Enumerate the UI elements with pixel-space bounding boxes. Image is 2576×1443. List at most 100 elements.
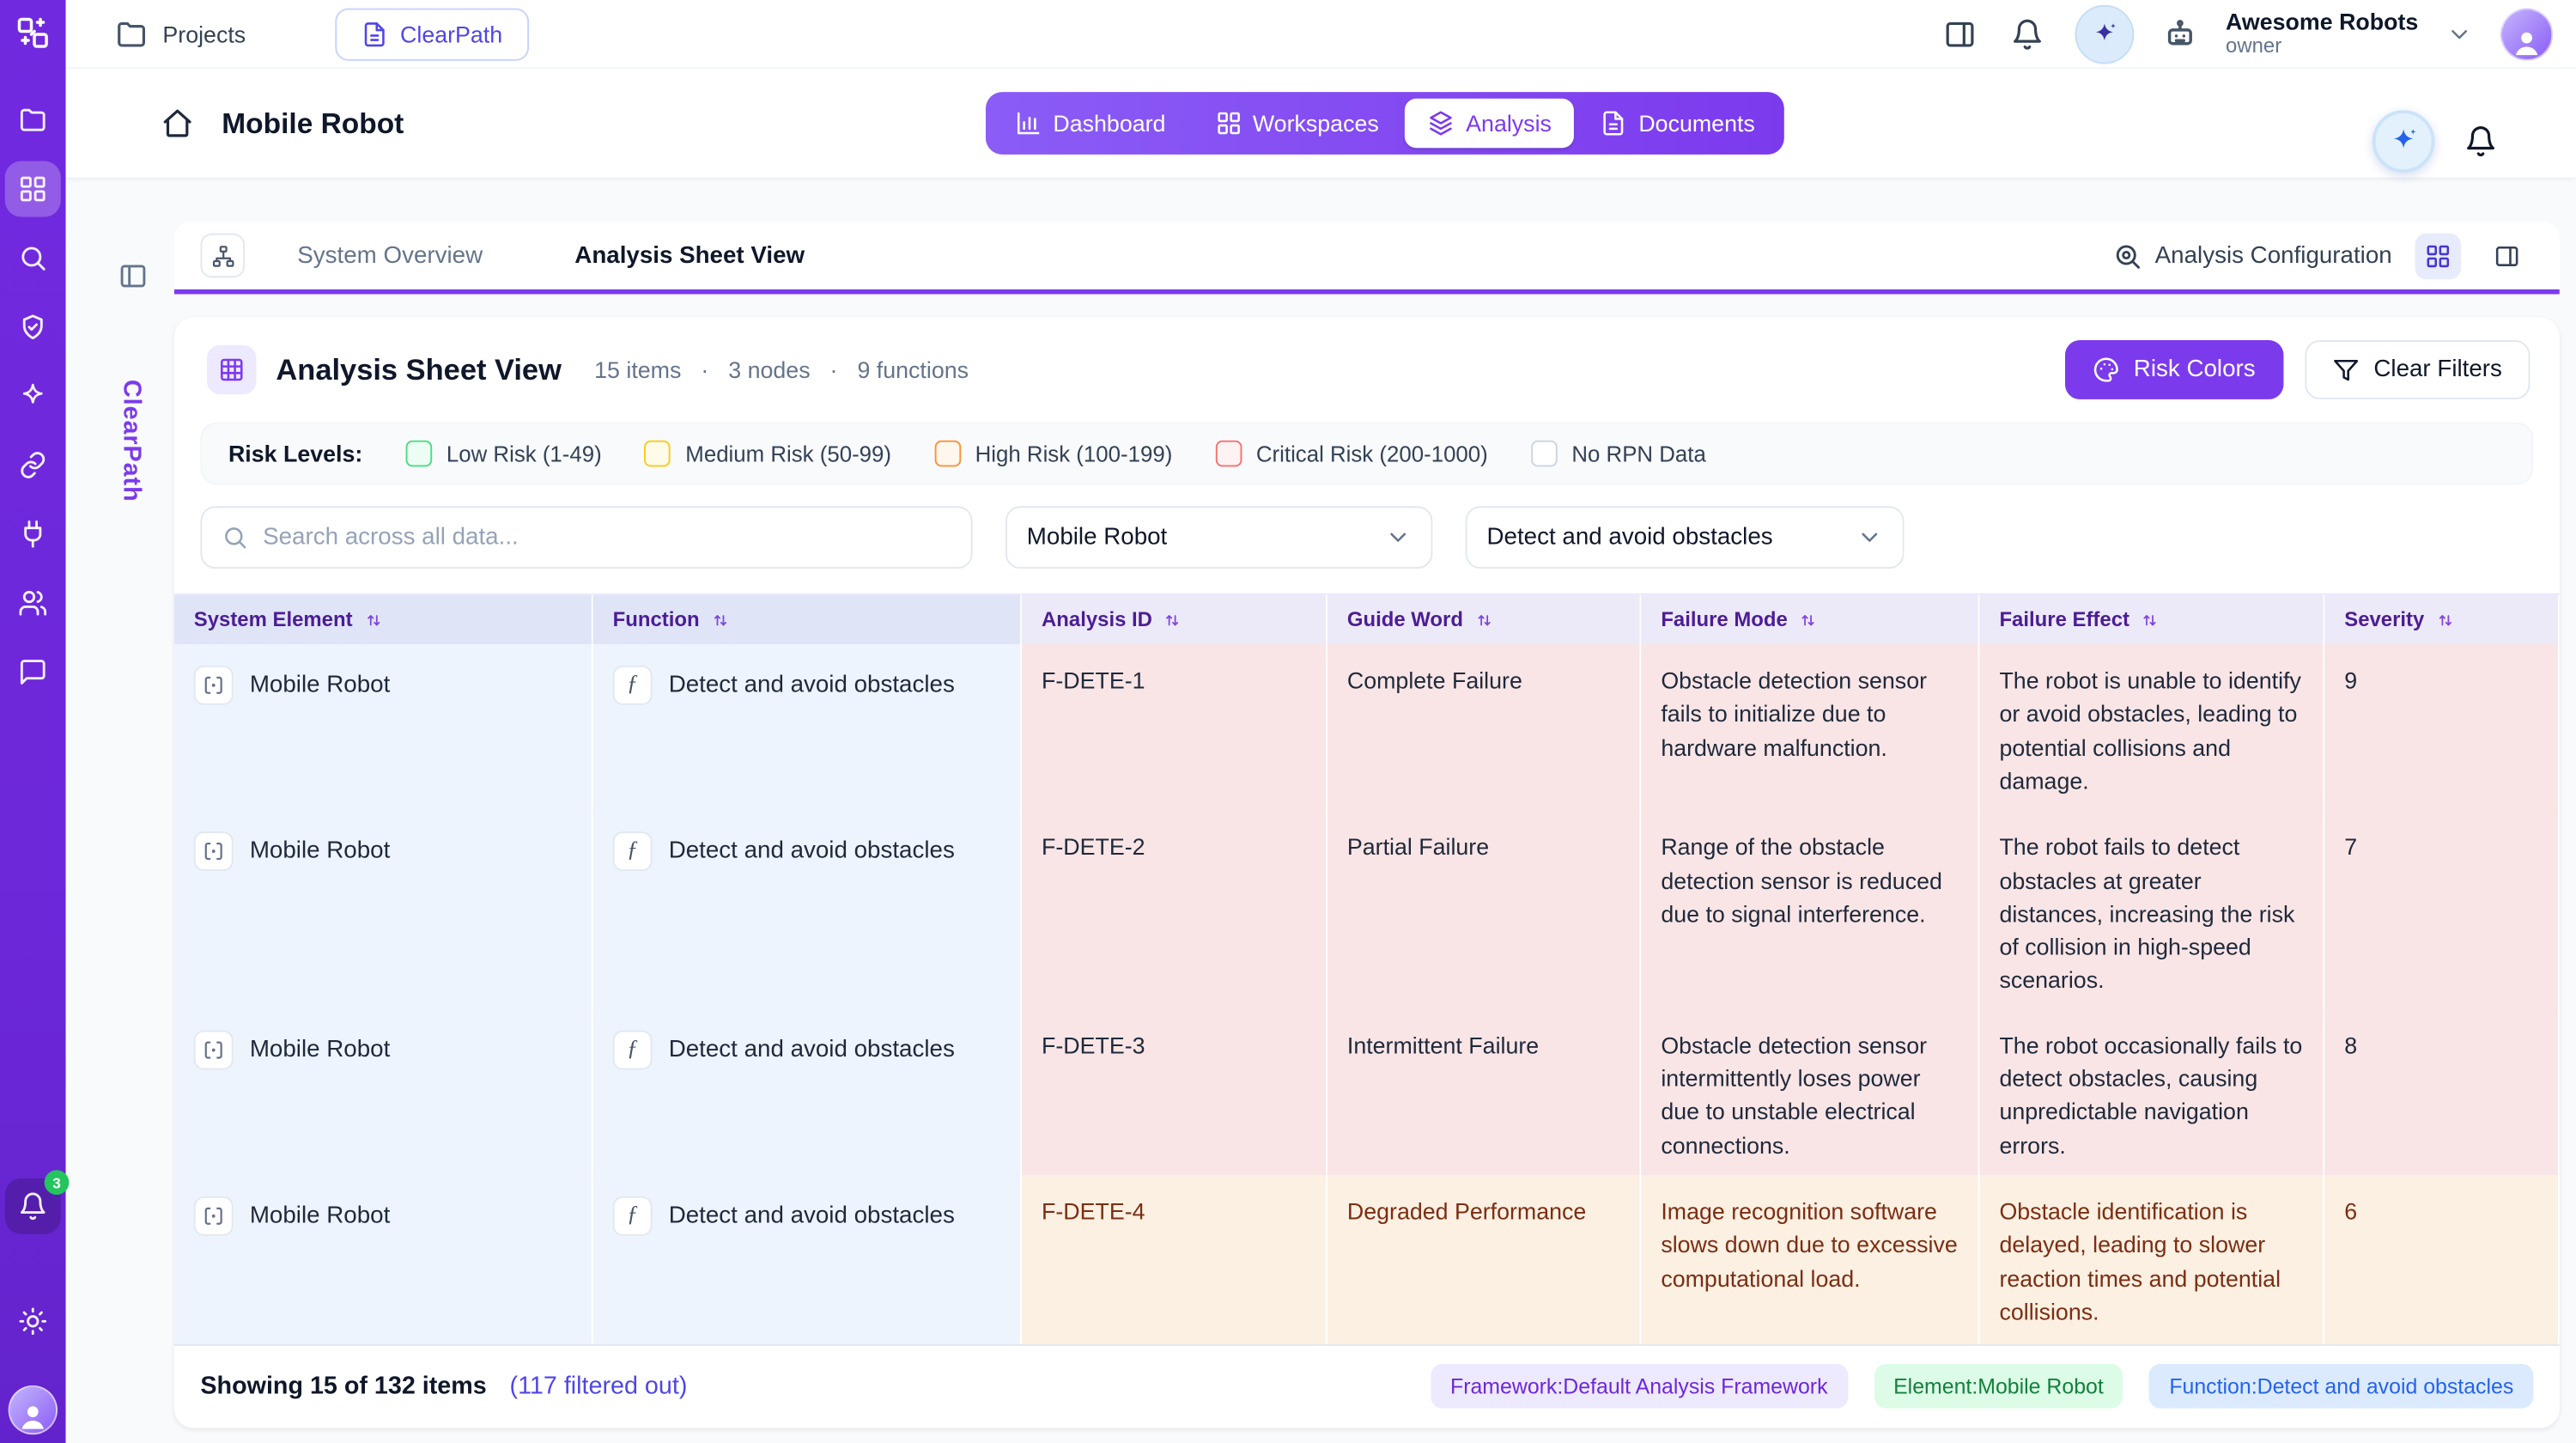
sort-icon bbox=[711, 611, 729, 629]
split-view-toggle[interactable] bbox=[2484, 233, 2530, 279]
rail-item-search[interactable] bbox=[5, 230, 61, 286]
cell-failure-mode: Range of the obstacle detection sensor i… bbox=[1641, 811, 1979, 1020]
user-avatar[interactable] bbox=[2500, 8, 2553, 60]
nav-documents[interactable]: Documents bbox=[1578, 99, 1778, 148]
cell-system-element: Mobile Robot bbox=[174, 811, 593, 1020]
active-filter-chips: Framework:Default Analysis Framework Ele… bbox=[1431, 1364, 2533, 1409]
file-icon bbox=[361, 21, 387, 47]
stat-nodes: 3 nodes bbox=[728, 356, 810, 383]
rail-item-shield[interactable] bbox=[5, 299, 61, 355]
analysis-configuration-button[interactable]: Analysis Configuration bbox=[2112, 240, 2392, 270]
rail-notifications-button[interactable]: 3 bbox=[5, 1178, 61, 1234]
tab-system-overview[interactable]: System Overview bbox=[258, 242, 522, 269]
home-button[interactable] bbox=[161, 107, 194, 139]
nav-analysis[interactable]: Analysis bbox=[1405, 99, 1574, 148]
risk-checkbox-critical[interactable]: Critical Risk (200-1000) bbox=[1215, 441, 1488, 467]
column-header-function[interactable]: Function bbox=[593, 595, 1022, 644]
rail-item-link[interactable] bbox=[5, 437, 61, 493]
rail-item-chat[interactable] bbox=[5, 644, 61, 700]
search-icon bbox=[222, 524, 248, 551]
clearpath-project-tab[interactable]: ClearPath bbox=[334, 8, 528, 60]
page-header-right bbox=[2372, 110, 2500, 173]
risk-colors-button[interactable]: Risk Colors bbox=[2064, 340, 2283, 399]
sort-icon bbox=[1163, 611, 1182, 629]
risk-checkbox-low[interactable]: Low Risk (1-49) bbox=[405, 441, 602, 467]
column-header-failure-mode[interactable]: Failure Mode bbox=[1641, 595, 1979, 644]
grid-icon bbox=[1215, 110, 1242, 137]
panel-layout-button[interactable] bbox=[1940, 14, 1979, 53]
column-header-guide-word[interactable]: Guide Word bbox=[1327, 595, 1641, 644]
function-icon: ƒ bbox=[613, 1030, 653, 1069]
column-label: Failure Mode bbox=[1661, 608, 1788, 631]
nav-dashboard[interactable]: Dashboard bbox=[993, 99, 1189, 148]
top-bar-right: Awesome Robots owner bbox=[1940, 4, 2553, 64]
checkbox-high-risk[interactable] bbox=[934, 441, 961, 467]
function-filter-select[interactable]: Detect and avoid obstacles bbox=[1466, 506, 1905, 569]
column-header-severity[interactable]: Severity bbox=[2324, 595, 2560, 644]
table-row[interactable]: Mobile Robot ƒ Detect and avoid obstacle… bbox=[174, 811, 2560, 1008]
table-row[interactable]: Mobile Robot ƒ Detect and avoid obstacle… bbox=[174, 1008, 2560, 1175]
search-input[interactable] bbox=[263, 524, 951, 551]
table-row[interactable]: Mobile Robot ƒ Detect and avoid obstacle… bbox=[174, 1175, 2560, 1344]
rail-item-folder[interactable] bbox=[5, 92, 61, 148]
function-value: Detect and avoid obstacles bbox=[669, 1028, 955, 1068]
checkbox-low-risk[interactable] bbox=[405, 441, 432, 467]
system-element-value: Mobile Robot bbox=[250, 664, 390, 703]
checkbox-no-rpn[interactable] bbox=[1531, 441, 1558, 467]
chevron-down-icon[interactable] bbox=[2446, 21, 2473, 47]
nav-label: Documents bbox=[1638, 110, 1754, 137]
checkbox-medium-risk[interactable] bbox=[644, 441, 671, 467]
rail-item-users[interactable] bbox=[5, 575, 61, 631]
cell-severity: 6 bbox=[2324, 1175, 2560, 1344]
hierarchy-view-button[interactable] bbox=[200, 234, 245, 278]
rail-item-workspaces[interactable] bbox=[5, 161, 61, 217]
cell-failure-effect: The robot occasionally fails to detect o… bbox=[1979, 1008, 2324, 1184]
rail-item-plug[interactable] bbox=[5, 506, 61, 562]
projects-button[interactable]: Projects bbox=[115, 17, 246, 50]
table-row[interactable]: Mobile Robot ƒ Detect and avoid obstacle… bbox=[174, 644, 2560, 811]
sort-icon bbox=[2141, 611, 2159, 629]
cell-function: ƒ Detect and avoid obstacles bbox=[593, 644, 1022, 820]
risk-checkbox-high[interactable]: High Risk (100-199) bbox=[934, 441, 1173, 467]
clear-filters-button[interactable]: Clear Filters bbox=[2305, 340, 2530, 399]
cell-failure-mode: Image recognition software slows down du… bbox=[1641, 1175, 1979, 1344]
filter-chip-element[interactable]: Element:Mobile Robot bbox=[1874, 1364, 2123, 1409]
risk-checkbox-medium[interactable]: Medium Risk (50-99) bbox=[644, 441, 891, 467]
column-header-system-element[interactable]: System Element bbox=[174, 595, 593, 644]
column-header-analysis-id[interactable]: Analysis ID bbox=[1022, 595, 1327, 644]
account-menu[interactable]: Awesome Robots owner bbox=[2226, 9, 2418, 58]
filter-chip-function[interactable]: Function:Detect and avoid obstacles bbox=[2149, 1364, 2533, 1409]
element-filter-select[interactable]: Mobile Robot bbox=[1005, 506, 1432, 569]
stat-separator: · bbox=[830, 356, 838, 383]
collapse-panel-button[interactable] bbox=[118, 261, 148, 290]
ai-sparkle-button[interactable] bbox=[2372, 110, 2435, 173]
rail-item-wand[interactable] bbox=[5, 368, 61, 424]
tab-analysis-sheet-view[interactable]: Analysis Sheet View bbox=[535, 242, 844, 269]
cell-system-element: Mobile Robot bbox=[174, 1175, 593, 1344]
risk-label-critical: Critical Risk (200-1000) bbox=[1256, 441, 1488, 466]
theme-toggle-button[interactable] bbox=[5, 1294, 61, 1349]
cell-system-element: Mobile Robot bbox=[174, 1008, 593, 1184]
risk-label-high: High Risk (100-199) bbox=[975, 441, 1173, 466]
filtered-out-link[interactable]: (117 filtered out) bbox=[510, 1373, 688, 1401]
tabs-right: Analysis Configuration bbox=[2112, 233, 2530, 279]
column-header-failure-effect[interactable]: Failure Effect bbox=[1979, 595, 2324, 644]
ai-assistant-button[interactable] bbox=[2075, 4, 2134, 64]
nav-workspaces[interactable]: Workspaces bbox=[1192, 99, 1401, 148]
filter-chip-framework[interactable]: Framework:Default Analysis Framework bbox=[1431, 1364, 1847, 1409]
checkbox-critical-risk[interactable] bbox=[1215, 441, 1242, 467]
grid-icon bbox=[2425, 242, 2451, 269]
function-value: Detect and avoid obstacles bbox=[669, 1195, 955, 1234]
notifications-button[interactable] bbox=[2008, 14, 2047, 53]
risk-colors-label: Risk Colors bbox=[2134, 356, 2256, 383]
cell-severity: 7 bbox=[2324, 811, 2560, 1020]
rail-user-avatar[interactable] bbox=[9, 1385, 58, 1434]
cell-failure-mode: Obstacle detection sensor intermittently… bbox=[1641, 1008, 1979, 1184]
risk-checkbox-no-rpn[interactable]: No RPN Data bbox=[1531, 441, 1706, 467]
page-notifications-button[interactable] bbox=[2461, 122, 2500, 161]
system-element-value: Mobile Robot bbox=[250, 1195, 390, 1234]
grid-view-toggle[interactable] bbox=[2415, 233, 2462, 279]
column-label: Failure Effect bbox=[1999, 608, 2129, 631]
cell-severity: 9 bbox=[2324, 644, 2560, 820]
section-nav: Dashboard Workspaces Analysis Documents bbox=[986, 92, 1784, 155]
